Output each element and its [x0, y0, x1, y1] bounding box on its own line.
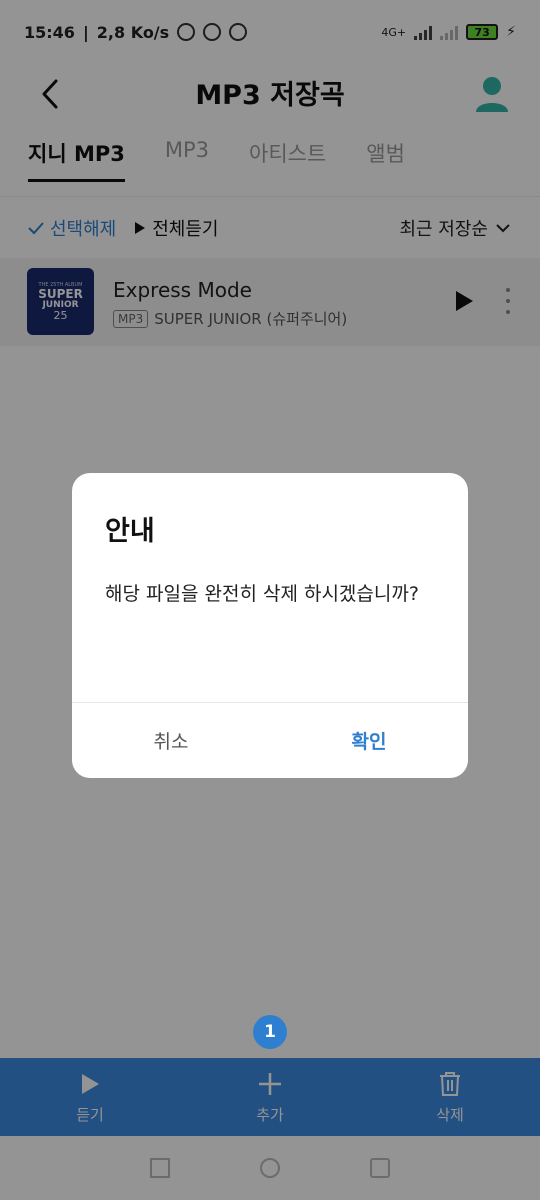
dialog-buttons: 취소 확인 [72, 703, 468, 778]
dialog-title: 안내 [105, 516, 155, 547]
confirm-button[interactable]: 확인 [270, 703, 468, 778]
dialog-message: 해당 파일을 완전히 삭제 하시겠습니까? [105, 583, 419, 605]
selected-count-badge: 1 [253, 1015, 287, 1049]
confirm-dialog: 안내 해당 파일을 완전히 삭제 하시겠습니까? 취소 확인 [72, 473, 468, 778]
cancel-button[interactable]: 취소 [72, 703, 270, 778]
